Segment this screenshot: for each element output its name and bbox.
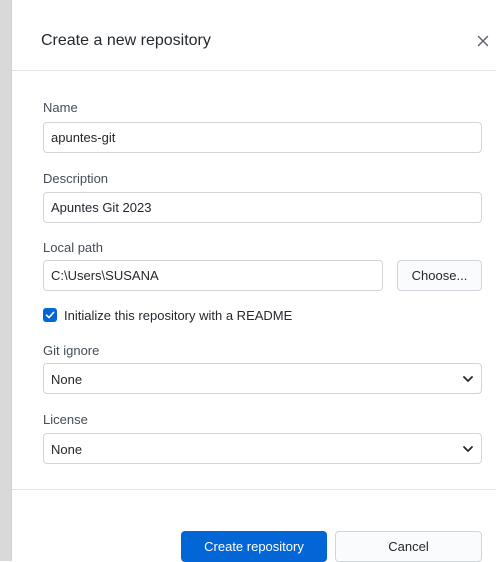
local-path-input[interactable] [43, 260, 383, 291]
create-repository-dialog: Create a new repository Name Description… [11, 0, 496, 562]
readme-checkbox[interactable] [43, 308, 57, 322]
chevron-down-icon [463, 446, 473, 452]
git-ignore-label: Git ignore [43, 343, 100, 358]
app-background-edge [0, 0, 11, 561]
license-select[interactable]: None [43, 433, 482, 464]
description-input[interactable] [43, 192, 482, 223]
dialog-header: Create a new repository [12, 0, 496, 71]
dialog-title: Create a new repository [41, 32, 211, 49]
local-path-label: Local path [43, 240, 103, 255]
close-button[interactable] [471, 29, 495, 53]
readme-option: Initialize this repository with a README [43, 307, 292, 323]
close-icon [477, 35, 489, 47]
cancel-button[interactable]: Cancel [335, 531, 482, 562]
license-selected-value: None [51, 442, 83, 457]
readme-checkbox-label: Initialize this repository with a README [64, 307, 293, 323]
dialog-footer: Create repository Cancel [12, 489, 496, 562]
create-repository-button[interactable]: Create repository [181, 531, 327, 562]
name-label: Name [43, 100, 78, 115]
git-ignore-selected-value: None [51, 372, 83, 387]
git-ignore-select[interactable]: None [43, 363, 482, 394]
checkmark-icon [45, 311, 55, 319]
name-input[interactable] [43, 122, 482, 153]
description-label: Description [43, 171, 109, 186]
chevron-down-icon [463, 376, 473, 382]
license-label: License [43, 412, 88, 427]
choose-button[interactable]: Choose... [397, 260, 482, 291]
